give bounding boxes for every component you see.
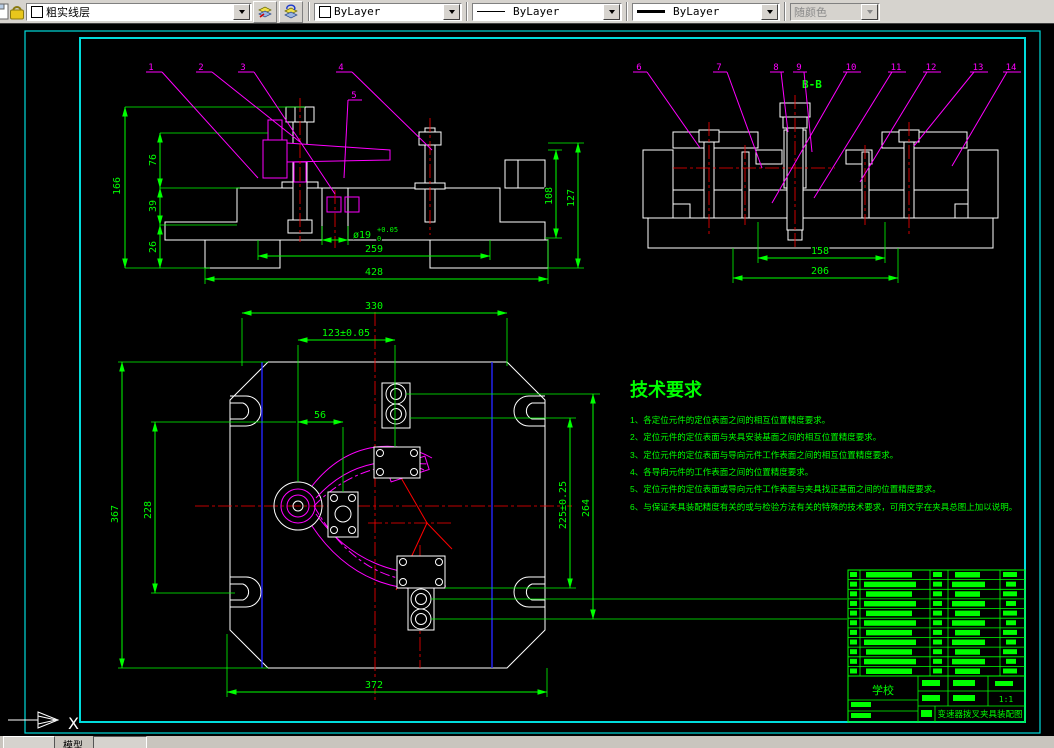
dim-label: 367	[110, 505, 121, 523]
dim-label: 372	[365, 680, 383, 691]
side-balloon-leaders	[633, 71, 1021, 204]
toolbar-separator	[784, 2, 786, 21]
balloon-number: 11	[891, 63, 902, 73]
balloon-number: 10	[846, 63, 857, 73]
lineweight-combo[interactable]: ByLayer	[632, 2, 780, 21]
balloon-number: 3	[240, 63, 245, 73]
plotstyle-combo-value: 随颜色	[794, 6, 827, 19]
technical-requirements: 技术要求 1、各定位元件的定位表面之间的相互位置精度要求。 2、定位元件的定位表…	[629, 378, 1019, 514]
tech-req-item: 5、定位元件的定位表面或导向元件工作表面与夹具找正基面之间的位置精度要求。	[630, 484, 941, 494]
dim-label: 123±0.05	[322, 328, 370, 339]
dim-label: 206	[811, 266, 829, 277]
school-label: 学校	[872, 683, 894, 697]
lock-icon	[10, 5, 24, 19]
toolbar-left-icons	[0, 3, 24, 19]
tech-req-item: 2、定位元件的定位表面与夹具安装基面之间的相互位置精度要求。	[630, 432, 881, 442]
balloon-number: 4	[338, 63, 343, 73]
dim-tolerance-lower: 0	[377, 235, 381, 243]
dim-tolerance-upper: +0.05	[377, 226, 398, 234]
scale-value: 1:1	[999, 695, 1014, 704]
layer-combo-value: 粗实线层	[46, 6, 90, 19]
balloon-number: 1	[148, 63, 153, 73]
drawing-title: 变速器拨叉夹具装配图	[937, 709, 1022, 719]
balloon-number: 6	[636, 63, 641, 73]
object-properties-toolbar: 粗实线层 ByLayer ByLayer ByLayer 随颜色	[0, 0, 1054, 24]
color-swatch	[319, 5, 331, 18]
plotstyle-combo: 随颜色	[790, 2, 880, 21]
drawing-canvas[interactable]: 166 76 39 26 108 127 259 428 ø19 +0.05 0	[0, 23, 1054, 736]
model-tab[interactable]: 模型	[63, 737, 83, 748]
side-view: B-B 158 206 6 7 8 9 10 11 12 13 14	[633, 62, 1021, 283]
dim-label: 76	[148, 154, 159, 166]
ucs-x-label: X	[68, 714, 79, 733]
make-layer-current-button[interactable]	[253, 0, 277, 23]
dim-label: 428	[365, 267, 383, 278]
tech-req-item: 6、与保证夹具装配精度有关的或与检验方法有关的特殊的技术要求，可用文字在夹具总图…	[630, 502, 1017, 512]
tech-req-item: 3、定位元件的定位表面与导向元件工作表面之间的相互位置精度要求。	[630, 450, 898, 460]
linetype-sample	[477, 11, 505, 12]
balloon-number: 7	[716, 63, 721, 73]
layer-combo[interactable]: 粗实线层	[26, 2, 252, 21]
page-icon	[0, 3, 9, 19]
color-combo-arrow[interactable]	[443, 3, 460, 20]
linetype-combo-value: ByLayer	[513, 5, 560, 18]
dim-label: 225±0.25	[558, 481, 569, 529]
layer-color-swatch	[31, 5, 43, 18]
dim-label: 108	[544, 187, 555, 205]
lineweight-combo-arrow[interactable]	[761, 3, 778, 20]
balloon-number: 9	[796, 63, 801, 73]
dim-label: ø19	[353, 230, 371, 241]
tech-req-item: 1、各定位元件的定位表面之间的相互位置精度要求。	[630, 415, 830, 425]
toolbar-separator	[308, 2, 310, 21]
dim-label: 26	[148, 241, 159, 253]
top-view: 330 123±0.05 56 372 367 228 225±0.25 264	[109, 300, 847, 700]
linetype-combo[interactable]: ByLayer	[472, 2, 622, 21]
balloon-number: 14	[1006, 63, 1017, 73]
layers-undo-icon	[284, 4, 298, 18]
dim-label: 330	[365, 301, 383, 312]
balloon-number: 12	[926, 63, 937, 73]
linetype-combo-arrow[interactable]	[603, 3, 620, 20]
cad-application: 粗实线层 ByLayer ByLayer ByLayer 随颜色 166 76 …	[0, 0, 1054, 748]
balloon-number: 5	[351, 91, 356, 101]
layers-arrow-icon	[258, 6, 272, 18]
tech-req-item: 4、各导向元件的工作表面之间的位置精度要求。	[630, 467, 813, 477]
command-field[interactable]	[93, 736, 147, 748]
color-combo[interactable]: ByLayer	[314, 2, 462, 21]
lineweight-combo-value: ByLayer	[673, 5, 720, 18]
balloon-number: 8	[773, 63, 778, 73]
bom-table	[848, 572, 1025, 674]
ucs-icon: X	[8, 711, 79, 733]
dim-label: 127	[566, 189, 577, 207]
tech-req-title: 技术要求	[630, 379, 703, 400]
balloon-number: 13	[973, 63, 984, 73]
color-combo-value: ByLayer	[334, 5, 381, 18]
dim-label: 158	[811, 246, 829, 257]
lineweight-sample	[637, 10, 665, 13]
title-block: 学校 1:1 变速器拨叉夹具装配图	[847, 569, 1026, 723]
layout-tab-bar: 模型	[0, 736, 1054, 748]
dim-label: 39	[148, 200, 159, 212]
plotstyle-combo-arrow	[861, 3, 878, 20]
layer-combo-arrow[interactable]	[233, 3, 250, 20]
dim-label: 264	[581, 499, 592, 517]
balloon-number: 2	[198, 63, 203, 73]
front-view: 166 76 39 26 108 127 259 428 ø19 +0.05 0	[111, 62, 584, 284]
dim-label: 228	[143, 501, 154, 519]
toolbar-separator	[626, 2, 628, 21]
toolbar-separator	[466, 2, 468, 21]
dim-label: 259	[365, 244, 383, 255]
dim-label: 166	[112, 177, 123, 195]
layer-previous-button[interactable]	[279, 0, 303, 23]
dim-label: 56	[314, 410, 326, 421]
layout-nav-button[interactable]	[3, 736, 55, 748]
